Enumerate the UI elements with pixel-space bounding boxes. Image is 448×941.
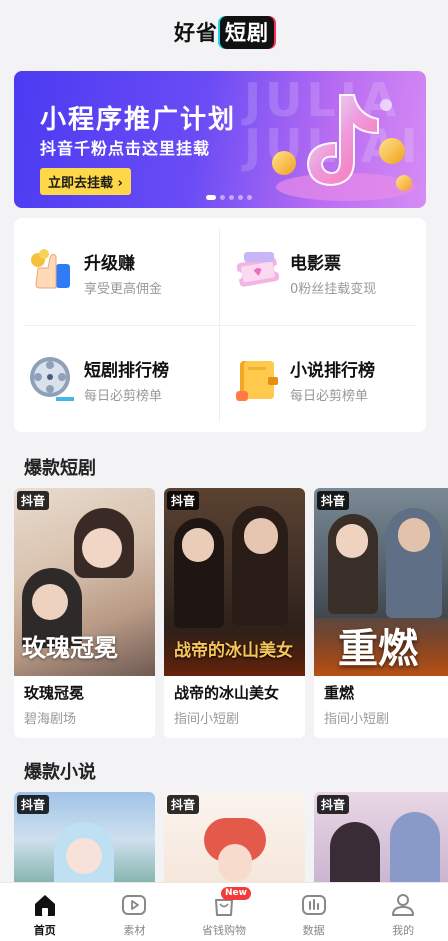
book-icon [236, 361, 278, 401]
app-logo: 好省 短剧 [174, 15, 274, 49]
poster-title-text: 玫瑰冠冕 [22, 633, 118, 662]
poster-figure [182, 528, 214, 562]
pagination-dot [206, 195, 216, 200]
novel-carousel[interactable]: 抖音 抖音 抖音 [14, 792, 448, 887]
section-title-novels: 爆款小说 [24, 762, 96, 783]
banner-subtitle: 抖音千粉点击这里挂载 [40, 139, 211, 158]
novel-card[interactable]: 抖音 [314, 792, 448, 887]
poster-title-text: 战帝的冰山美女 [174, 641, 293, 661]
pagination-dot [238, 195, 243, 200]
pagination-dot [247, 195, 252, 200]
movie-ticket-icon [234, 252, 282, 287]
drama-title: 重燃 [324, 684, 355, 702]
drama-poster: 玫瑰冠冕 抖音 [14, 488, 155, 676]
promo-banner[interactable]: JULIA JULIAI 小程序推广计划 抖音千粉点击这里挂载 立即去挂载 › [14, 71, 426, 208]
app-header: 好省 短剧 [0, 0, 448, 64]
douyin-tag: 抖音 [167, 491, 200, 510]
feature-subtitle: 每日必剪榜单 [84, 389, 163, 404]
tab-profile[interactable]: 我的 [358, 883, 448, 941]
bottom-tab-bar: 首页 素材 New 省钱购物 数据 我的 [0, 882, 448, 941]
drama-title: 玫瑰冠冕 [24, 684, 85, 702]
feature-subtitle: 每日必剪榜单 [290, 389, 369, 404]
film-reel-icon [30, 357, 74, 401]
feature-grid: 升级赚 享受更高佣金 电影票 0粉丝挂载变现 短剧排行榜 每日必剪榜单 小说排行… [14, 218, 426, 432]
bar-chart-icon [301, 895, 326, 915]
tab-label: 首页 [33, 924, 56, 937]
douyin-tag: 抖音 [167, 795, 200, 814]
tab-shopping[interactable]: New 省钱购物 [179, 883, 269, 941]
tab-materials[interactable]: 素材 [90, 883, 180, 941]
drama-card[interactable]: 战帝的冰山美女 抖音 战帝的冰山美女 指间小短剧 [164, 488, 305, 738]
pagination-dot [220, 195, 225, 200]
poster-figure [32, 584, 68, 620]
banner-pagination [206, 195, 252, 200]
tab-label: 素材 [123, 924, 146, 937]
user-icon [392, 894, 415, 916]
logo-prefix: 好省 [174, 21, 218, 45]
home-icon [34, 895, 55, 916]
feature-subtitle: 享受更高佣金 [84, 282, 163, 297]
novel-card[interactable]: 抖音 [14, 792, 155, 887]
drama-card[interactable]: 玫瑰冠冕 抖音 玫瑰冠冕 碧海剧场 [14, 488, 155, 738]
tiktok-logo-art [272, 94, 416, 201]
douyin-tag: 抖音 [317, 795, 350, 814]
tab-label: 数据 [302, 924, 325, 937]
novel-card[interactable]: 抖音 [164, 792, 305, 887]
drama-poster: 战帝的冰山美女 抖音 [164, 488, 305, 676]
poster-figure [244, 518, 278, 554]
drama-card[interactable]: 重燃 抖音 重燃 指间小短剧 [314, 488, 448, 738]
novel-cover-figure [330, 822, 380, 887]
tab-data[interactable]: 数据 [269, 883, 359, 941]
feature-title: 电影票 [290, 254, 341, 274]
poster-title-text: 重燃 [338, 626, 418, 672]
new-badge: New [220, 887, 251, 900]
drama-poster: 重燃 抖音 [314, 488, 448, 676]
novel-cover-figure [218, 844, 252, 882]
feature-drama-ranking[interactable]: 短剧排行榜 每日必剪榜单 [14, 325, 220, 432]
feature-novel-ranking[interactable]: 小说排行榜 每日必剪榜单 [220, 325, 426, 432]
feature-movie-ticket[interactable]: 电影票 0粉丝挂载变现 [220, 218, 426, 325]
novel-cover-figure [66, 838, 102, 874]
drama-source: 碧海剧场 [24, 712, 77, 727]
logo-box-text: 短剧 [220, 15, 274, 49]
feature-title: 短剧排行榜 [84, 361, 169, 381]
drama-source: 指间小短剧 [174, 712, 240, 727]
douyin-tag: 抖音 [17, 491, 50, 510]
drama-carousel[interactable]: 玫瑰冠冕 抖音 玫瑰冠冕 碧海剧场 战帝的冰山美女 抖音 战帝的冰山美女 指间小… [14, 488, 448, 738]
tab-label: 省钱购物 [201, 924, 246, 937]
feature-title: 小说排行榜 [290, 361, 375, 381]
novel-cover-figure [390, 812, 440, 887]
poster-figure [82, 528, 122, 568]
drama-source: 指间小短剧 [324, 712, 390, 727]
banner-title: 小程序推广计划 [40, 105, 237, 135]
poster-figure [336, 524, 368, 558]
feature-subtitle: 0粉丝挂载变现 [290, 282, 377, 297]
douyin-tag: 抖音 [17, 795, 50, 814]
thumbs-up-coins-icon [31, 249, 70, 289]
douyin-tag: 抖音 [317, 491, 350, 510]
tab-label: 我的 [392, 924, 415, 937]
play-box-icon [122, 895, 147, 915]
pagination-dot [229, 195, 234, 200]
tab-home[interactable]: 首页 [0, 883, 90, 941]
poster-figure [398, 518, 430, 552]
feature-upgrade-earn[interactable]: 升级赚 享受更高佣金 [14, 218, 220, 325]
section-title-dramas: 爆款短剧 [24, 458, 96, 479]
mount-now-button[interactable]: 立即去挂载 › [40, 168, 131, 195]
drama-title: 战帝的冰山美女 [174, 684, 280, 702]
feature-title: 升级赚 [84, 254, 135, 274]
